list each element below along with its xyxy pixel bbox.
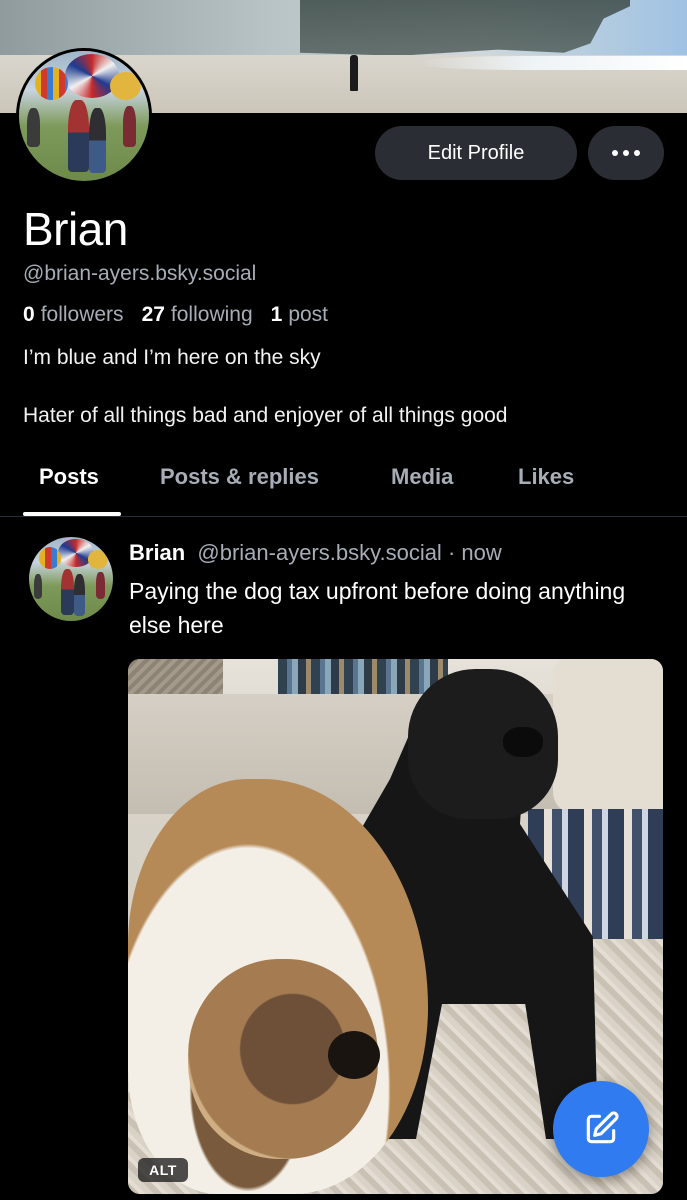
tab-likes[interactable]: Likes <box>518 464 574 490</box>
banner-surf <box>420 56 687 70</box>
compose-button[interactable] <box>553 1081 649 1177</box>
alt-text-badge[interactable]: ALT <box>138 1158 188 1182</box>
bio-line-1: I’m blue and I’m here on the sky <box>23 346 321 369</box>
post-header: Brian @brian-ayers.bsky.social · now <box>129 540 502 566</box>
profile-stats: 0 followers 27 following 1 post <box>23 303 328 327</box>
tab-posts[interactable]: Posts <box>39 464 99 490</box>
post-author-avatar[interactable] <box>29 537 113 621</box>
avatar-photo <box>29 537 113 621</box>
tab-posts-and-replies[interactable]: Posts & replies <box>160 464 319 490</box>
bio-line-2: Hater of all things bad and enjoyer of a… <box>23 404 508 427</box>
post-author-handle[interactable]: @brian-ayers.bsky.social <box>197 540 441 565</box>
posts-count: 1 post <box>270 303 329 326</box>
ellipsis-icon <box>612 150 640 156</box>
post-text: Paying the dog tax upfront before doing … <box>129 578 626 638</box>
tab-media[interactable]: Media <box>391 464 453 490</box>
avatar-photo <box>19 51 149 181</box>
more-options-button[interactable] <box>588 126 664 180</box>
active-tab-indicator <box>23 512 121 516</box>
followers-link[interactable]: 0 followers <box>23 303 124 327</box>
following-link[interactable]: 27 following <box>142 303 253 327</box>
profile-handle: @brian-ayers.bsky.social <box>23 262 257 285</box>
post-timestamp[interactable]: now <box>461 540 501 565</box>
banner-person <box>350 55 358 91</box>
display-name: Brian <box>23 203 128 255</box>
edit-profile-button[interactable]: Edit Profile <box>375 126 577 180</box>
edit-profile-label: Edit Profile <box>427 141 525 164</box>
profile-avatar[interactable] <box>16 48 152 184</box>
post-separator: · <box>447 540 456 565</box>
compose-icon <box>586 1111 619 1144</box>
profile-tabs: Posts Posts & replies Media Likes <box>0 452 687 517</box>
post-author-name[interactable]: Brian <box>129 540 185 565</box>
